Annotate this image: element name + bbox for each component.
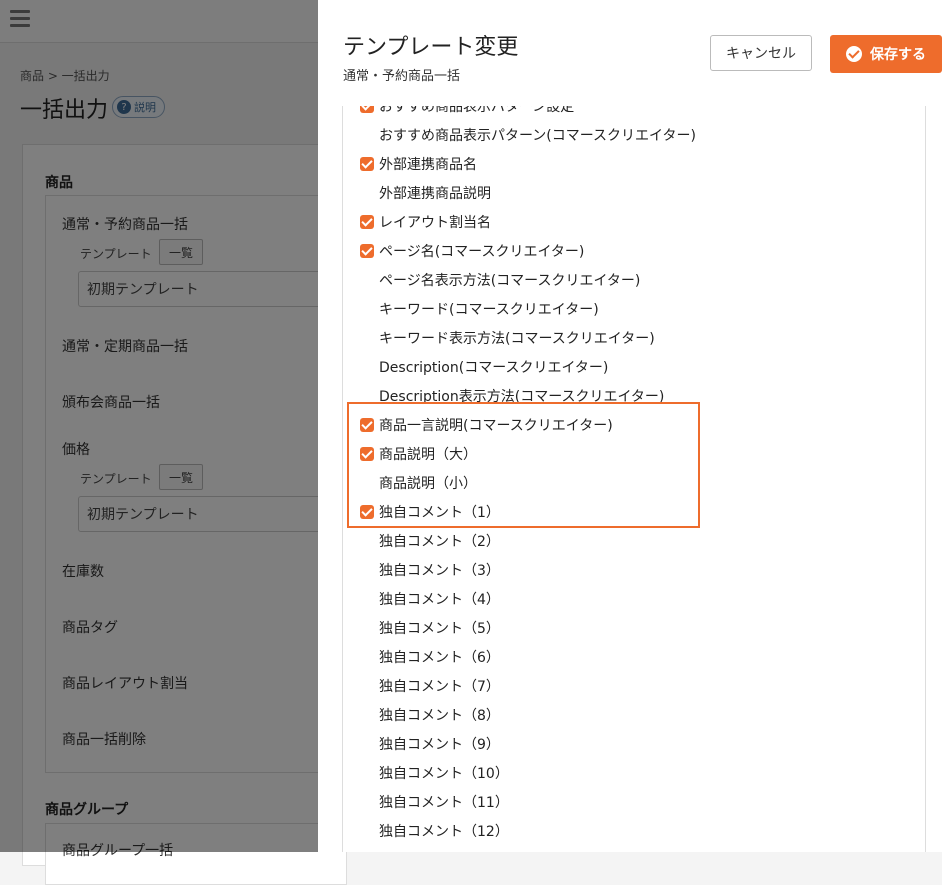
field-row[interactable]: ページ名(コマースクリエイター) [343, 236, 925, 265]
field-row[interactable]: 独自コメント（7） [343, 671, 925, 700]
cancel-button[interactable]: キャンセル [710, 35, 812, 71]
checkbox-checked-icon[interactable] [360, 106, 374, 113]
field-row[interactable]: キーワード表示方法(コマースクリエイター) [343, 323, 925, 352]
field-label: レイアウト割当名 [379, 214, 491, 231]
field-label: 独自コメント（11） [379, 794, 509, 811]
checkbox-unchecked-icon[interactable] [360, 824, 374, 838]
field-label: 外部連携商品名 [379, 156, 477, 173]
checkbox-checked-icon[interactable] [360, 417, 374, 432]
checkbox-unchecked-icon[interactable] [360, 476, 374, 490]
field-row[interactable]: 独自コメント（6） [343, 642, 925, 671]
field-label: おすすめ商品表示パターン設定 [379, 106, 575, 115]
field-label: 独自コメント（9） [379, 736, 500, 753]
field-label: 独自コメント（1） [379, 504, 500, 521]
checkbox-checked-icon[interactable] [360, 243, 374, 258]
field-label: 商品一言説明(コマースクリエイター) [379, 417, 613, 434]
checkbox-unchecked-icon[interactable] [360, 302, 374, 316]
field-label: おすすめ商品表示パターン(コマースクリエイター) [379, 127, 696, 144]
field-label: 独自コメント（2） [379, 533, 500, 550]
field-label: Description表示方法(コマースクリエイター) [379, 388, 665, 405]
checkbox-checked-icon[interactable] [360, 214, 374, 229]
checkbox-unchecked-icon[interactable] [360, 708, 374, 722]
checkbox-unchecked-icon[interactable] [360, 389, 374, 403]
field-row[interactable]: 独自コメント（12） [343, 816, 925, 845]
field-row[interactable]: おすすめ商品表示パターン設定 [343, 106, 925, 120]
modal-subtitle: 通常・予約商品一括 [343, 69, 461, 84]
template-change-modal: おすすめ商品表示パターン設定おすすめ商品表示パターン(コマースクリエイター) 外部… [318, 0, 942, 852]
field-row[interactable]: Description(コマースクリエイター) [343, 352, 925, 381]
field-row[interactable]: 独自コメント（3） [343, 555, 925, 584]
modal-header: テンプレート変更 通常・予約商品一括 キャンセル 保存する [318, 0, 942, 106]
checkbox-unchecked-icon[interactable] [360, 128, 374, 142]
checkbox-unchecked-icon[interactable] [360, 592, 374, 606]
field-row[interactable]: Description表示方法(コマースクリエイター) [343, 381, 925, 410]
checkbox-unchecked-icon[interactable] [360, 795, 374, 809]
modal-title: テンプレート変更 [343, 35, 519, 60]
checkbox-unchecked-icon[interactable] [360, 563, 374, 577]
field-row[interactable]: 独自コメント（13） [343, 845, 925, 852]
save-button[interactable]: 保存する [830, 35, 942, 73]
field-label: 外部連携商品説明 [379, 185, 491, 202]
field-label: ページ名(コマースクリエイター) [379, 243, 585, 260]
checkbox-unchecked-icon[interactable] [360, 679, 374, 693]
field-row[interactable]: ページ名表示方法(コマースクリエイター) [343, 265, 925, 294]
field-row[interactable]: 独自コメント（4） [343, 584, 925, 613]
field-row[interactable]: 独自コメント（9） [343, 729, 925, 758]
field-label: ページ名表示方法(コマースクリエイター) [379, 272, 641, 289]
checkbox-unchecked-icon[interactable] [360, 360, 374, 374]
checkbox-unchecked-icon[interactable] [360, 534, 374, 548]
field-list-panel[interactable]: おすすめ商品表示パターン設定おすすめ商品表示パターン(コマースクリエイター) 外部… [342, 106, 926, 852]
field-label: 独自コメント（5） [379, 620, 500, 637]
field-row[interactable]: 独自コメント（5） [343, 613, 925, 642]
field-label: 商品説明（大） [379, 446, 477, 463]
field-list: おすすめ商品表示パターン設定おすすめ商品表示パターン(コマースクリエイター) 外部… [343, 106, 925, 852]
checkbox-unchecked-icon[interactable] [360, 650, 374, 664]
field-label: キーワード(コマースクリエイター) [379, 301, 599, 318]
checkbox-unchecked-icon[interactable] [360, 621, 374, 635]
field-row[interactable]: レイアウト割当名 [343, 207, 925, 236]
field-row[interactable]: 独自コメント（11） [343, 787, 925, 816]
field-label: 独自コメント（4） [379, 591, 500, 608]
field-label: Description(コマースクリエイター) [379, 359, 609, 376]
checkbox-checked-icon[interactable] [360, 156, 374, 171]
field-label: キーワード表示方法(コマースクリエイター) [379, 330, 655, 347]
field-row[interactable]: 独自コメント（10） [343, 758, 925, 787]
checkbox-unchecked-icon[interactable] [360, 186, 374, 200]
field-row[interactable]: 外部連携商品説明 [343, 178, 925, 207]
field-label: 独自コメント（10） [379, 765, 509, 782]
field-row[interactable]: キーワード(コマースクリエイター) [343, 294, 925, 323]
field-row[interactable]: 外部連携商品名 [343, 149, 925, 178]
field-row[interactable]: おすすめ商品表示パターン(コマースクリエイター) [343, 120, 925, 149]
field-row[interactable]: 独自コメント（1） [343, 497, 925, 526]
field-label: 商品説明（小） [379, 475, 477, 492]
save-button-label: 保存する [870, 47, 926, 63]
field-row[interactable]: 独自コメント（8） [343, 700, 925, 729]
checkbox-unchecked-icon[interactable] [360, 273, 374, 287]
field-label: 独自コメント（12） [379, 823, 509, 840]
field-label: 独自コメント（3） [379, 562, 500, 579]
field-row[interactable]: 商品説明（小） [343, 468, 925, 497]
field-row[interactable]: 独自コメント（2） [343, 526, 925, 555]
check-circle-icon [846, 46, 862, 62]
field-row[interactable]: 商品一言説明(コマースクリエイター) [343, 410, 925, 439]
checkbox-unchecked-icon[interactable] [360, 331, 374, 345]
checkbox-unchecked-icon[interactable] [360, 737, 374, 751]
field-label: 独自コメント（7） [379, 678, 500, 695]
field-row[interactable]: 商品説明（大） [343, 439, 925, 468]
checkbox-unchecked-icon[interactable] [360, 766, 374, 780]
checkbox-checked-icon[interactable] [360, 504, 374, 519]
field-label: 独自コメント（6） [379, 649, 500, 666]
checkbox-checked-icon[interactable] [360, 446, 374, 461]
field-label: 独自コメント（8） [379, 707, 500, 724]
